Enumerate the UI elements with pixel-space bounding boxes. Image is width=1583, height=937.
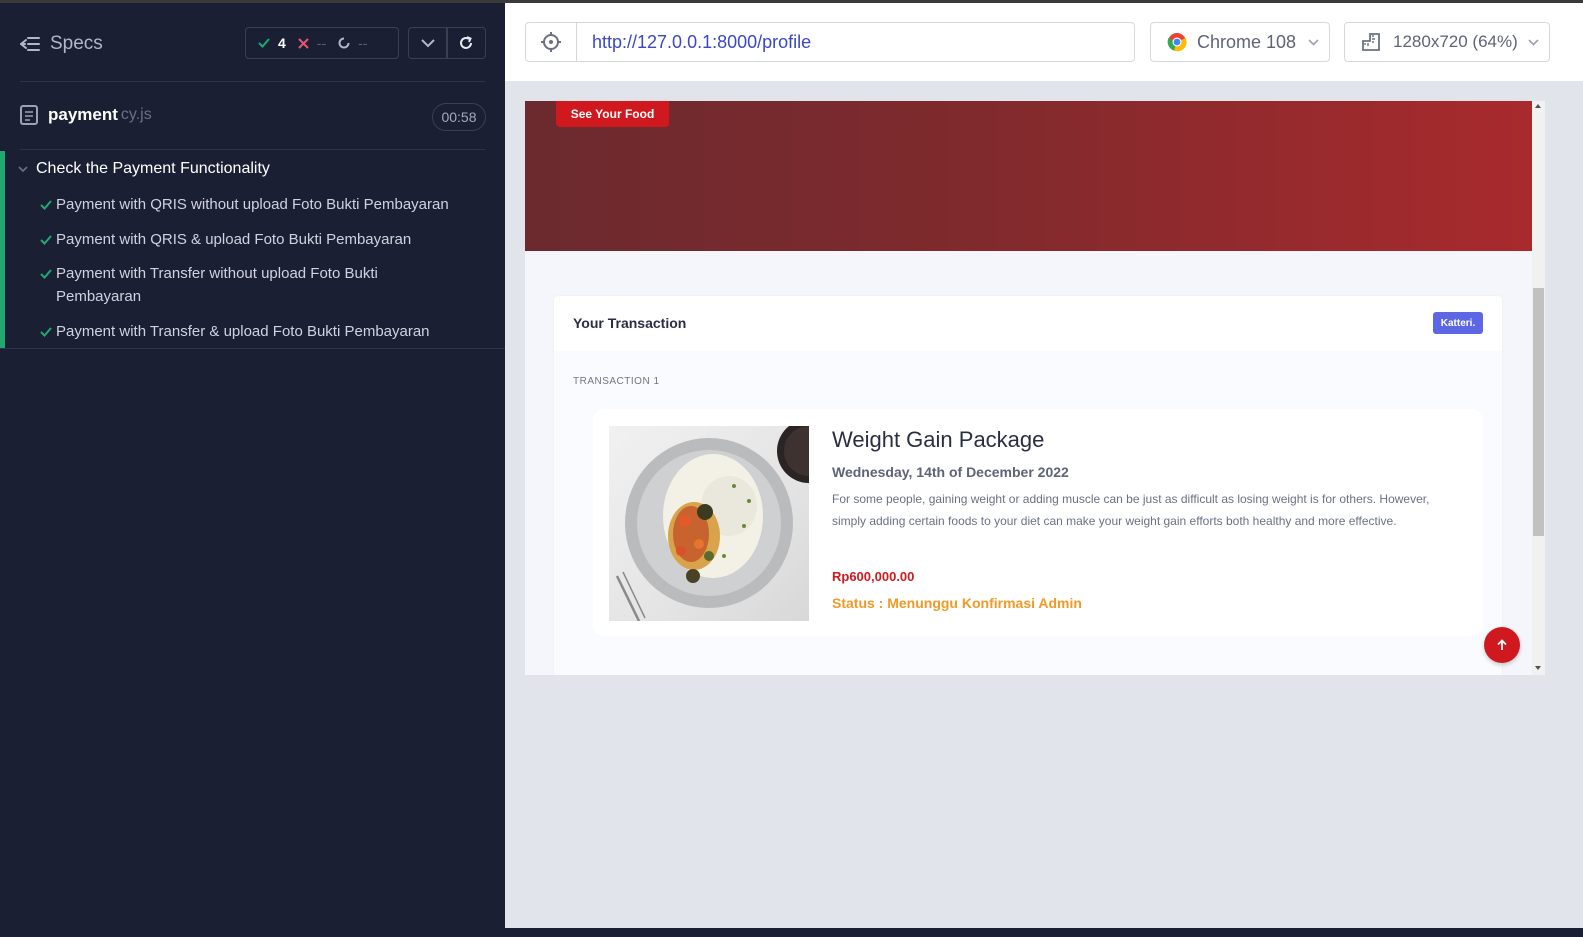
test-row[interactable]: Payment with QRIS without upload Foto Bu… <box>36 193 476 216</box>
package-price: Rp600,000.00 <box>832 569 915 584</box>
app-frame: See Your Food Your Transaction Katteri. … <box>525 101 1545 675</box>
test-label: Payment with Transfer & upload Foto Bukt… <box>56 323 430 340</box>
transaction-card: Your Transaction Katteri. TRANSACTION 1 <box>554 296 1502 675</box>
viewport-selector[interactable]: 1280x720 (64%) <box>1344 22 1550 62</box>
spinner-icon <box>338 37 350 49</box>
package-title: Weight Gain Package <box>832 427 1045 452</box>
crosshair-icon <box>541 32 561 52</box>
pending-count: -- <box>358 35 368 51</box>
scroll-down-arrow[interactable] <box>1535 666 1541 670</box>
food-image <box>609 426 809 621</box>
test-label: Payment with Transfer without upload Fot… <box>56 265 378 305</box>
check-icon <box>40 269 52 279</box>
card-header: Your Transaction Katteri. <box>554 296 1502 351</box>
transaction-item: Weight Gain Package Wednesday, 14th of D… <box>593 409 1483 636</box>
ruler-icon <box>1362 33 1380 51</box>
runner-header: http://127.0.0.1:8000/profile Chrome 108… <box>505 3 1583 81</box>
browser-selector[interactable]: Chrome 108 <box>1150 22 1330 62</box>
header-divider <box>20 81 485 82</box>
document-icon <box>20 105 38 125</box>
viewport-size: 1280x720 (64%) <box>1393 32 1518 51</box>
url-bar[interactable]: http://127.0.0.1:8000/profile <box>525 22 1135 62</box>
x-icon <box>298 37 309 49</box>
pending-stat: -- <box>338 35 367 51</box>
scrollbar-thumb[interactable] <box>1533 288 1544 536</box>
test-row[interactable]: Payment with QRIS & upload Foto Bukti Pe… <box>36 228 476 251</box>
transaction-status: Status : Menunggu Konfirmasi Admin <box>832 595 1082 611</box>
specs-sidebar: Specs 4 -- -- payment cy.js 00:58 Check … <box>0 3 505 928</box>
scroll-to-top-button[interactable] <box>1484 627 1520 663</box>
browser-name: Chrome 108 <box>1197 31 1297 52</box>
spec-file-ext: cy.js <box>120 106 152 123</box>
test-row[interactable]: Payment with Transfer & upload Foto Bukt… <box>36 320 476 343</box>
specs-nav-button[interactable]: Specs <box>20 33 103 55</box>
transaction-label: TRANSACTION 1 <box>573 376 660 387</box>
collapse-all-button[interactable] <box>408 27 448 59</box>
chevron-down-icon <box>421 38 435 47</box>
test-row[interactable]: Payment with Transfer without upload Fot… <box>36 262 436 308</box>
selector-playground-button[interactable] <box>526 23 577 61</box>
card-title: Your Transaction <box>573 315 687 331</box>
back-list-icon <box>20 37 40 51</box>
suite-row[interactable]: Check the Payment Functionality <box>18 160 270 178</box>
check-icon <box>40 327 52 337</box>
see-your-food-button[interactable]: See Your Food <box>556 101 669 127</box>
test-label: Payment with QRIS & upload Foto Bukti Pe… <box>56 231 412 248</box>
transaction-date: Wednesday, 14th of December 2022 <box>832 464 1069 480</box>
test-label: Payment with QRIS without upload Foto Bu… <box>56 196 449 213</box>
file-divider <box>20 149 485 150</box>
passed-stat: 4 <box>258 35 286 51</box>
refresh-icon <box>460 36 472 49</box>
scroll-up-arrow[interactable] <box>1535 104 1541 108</box>
suite-status-bar <box>0 151 5 348</box>
specs-label: Specs <box>50 33 103 54</box>
suite-title: Check the Payment Functionality <box>36 160 270 177</box>
url-text[interactable]: http://127.0.0.1:8000/profile <box>592 32 811 53</box>
check-icon <box>40 200 52 210</box>
check-icon <box>40 235 52 245</box>
brand-badge: Katteri. <box>1433 312 1483 334</box>
passed-count: 4 <box>278 35 286 51</box>
spec-duration: 00:58 <box>432 103 486 131</box>
rerun-button[interactable] <box>446 27 486 59</box>
failed-stat: -- <box>298 35 326 51</box>
spec-file-name: payment <box>48 105 118 124</box>
chevron-down-icon <box>1528 38 1539 46</box>
chevron-down-icon <box>18 165 28 172</box>
chrome-icon <box>1167 33 1187 52</box>
food-plate-illustration <box>615 426 809 621</box>
hero-banner: See Your Food <box>525 101 1532 251</box>
arrow-up-icon <box>1497 639 1507 650</box>
package-description: For some people, gaining weight or addin… <box>832 492 1430 528</box>
failed-count: -- <box>316 35 327 51</box>
window-bottom-border <box>0 928 1583 937</box>
test-stats: 4 -- -- <box>245 27 399 59</box>
chevron-down-icon <box>1308 38 1319 46</box>
check-icon <box>258 38 270 48</box>
spec-file: payment cy.js <box>20 105 152 125</box>
suite-divider <box>0 348 505 349</box>
